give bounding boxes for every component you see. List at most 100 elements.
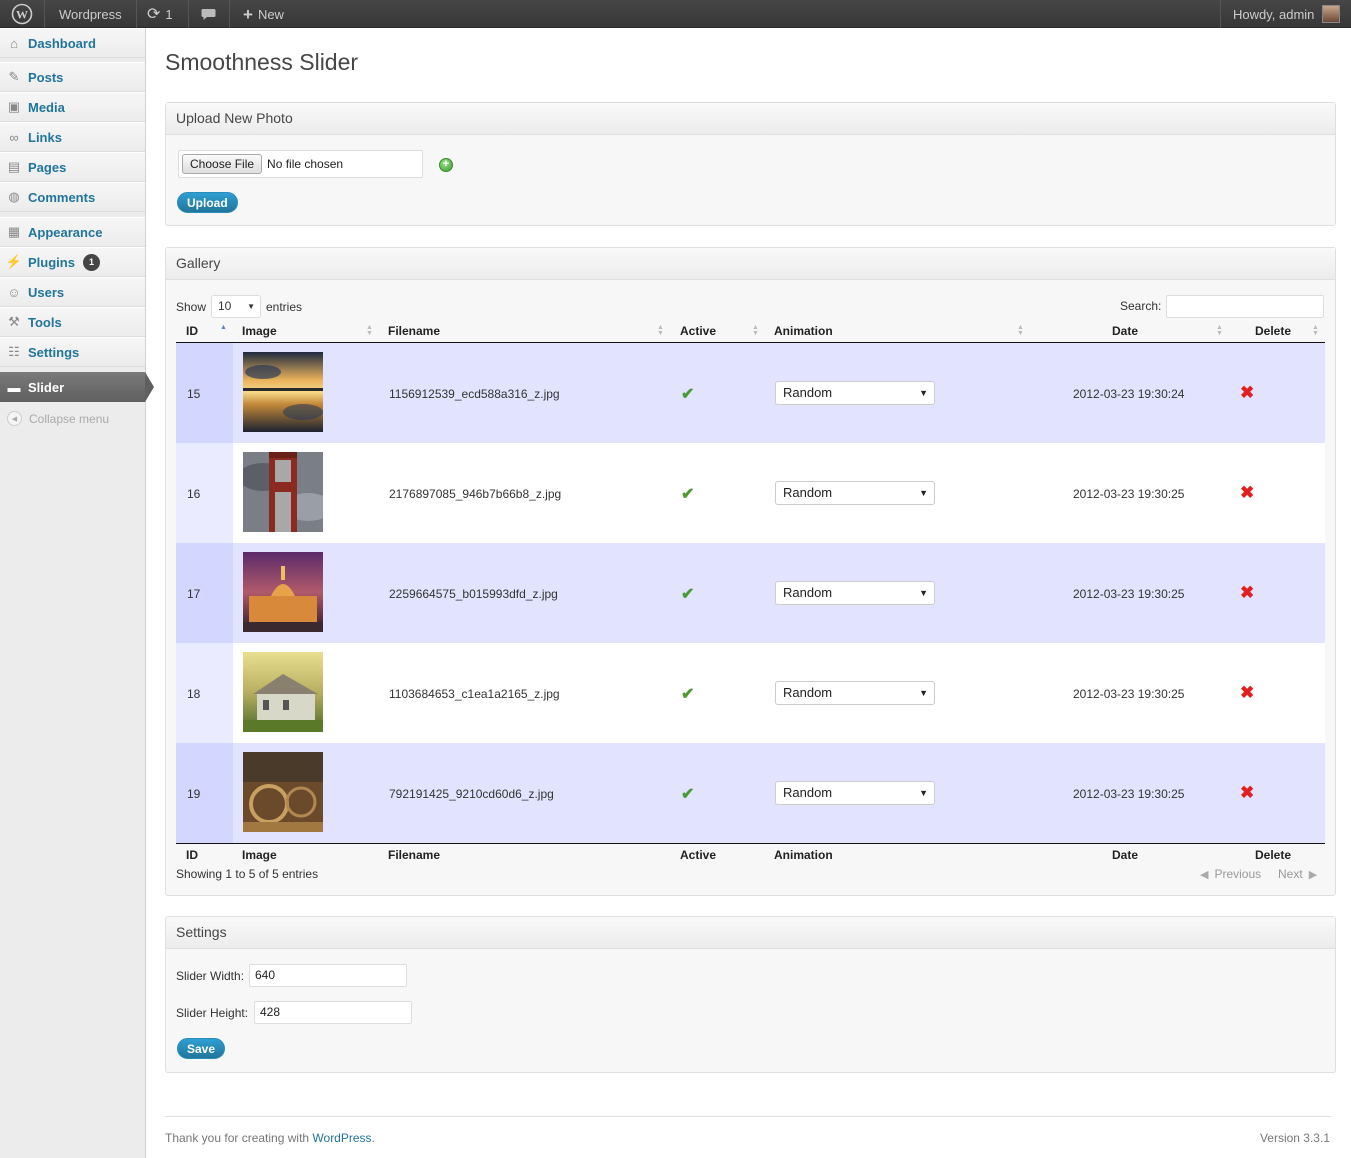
id-cell — [176, 743, 233, 843]
row-id: 16 — [187, 487, 201, 501]
entries-value: 10 — [218, 299, 232, 313]
photo-thumbnail[interactable] — [243, 652, 323, 732]
sidebar-item-slider[interactable]: ▬ Slider — [0, 372, 145, 402]
table-row: 17 2259664575_b015993dfd_z.jpg ✔ Random ▼… — [176, 543, 1325, 643]
sidebar-item-users[interactable]: ☺ Users — [0, 277, 145, 307]
col-header-filename[interactable]: Filename — [388, 324, 440, 338]
arrow-right-icon: ▶ — [1308, 868, 1318, 881]
col-header-animation[interactable]: Animation — [774, 324, 833, 338]
howdy-text: Howdy, admin — [1233, 6, 1315, 22]
sort-both-icon: ▲ ▼ — [1216, 324, 1223, 337]
slider-width-input[interactable]: 640 — [249, 964, 407, 987]
photo-thumbnail[interactable] — [243, 552, 323, 632]
appearance-icon: ▦ — [7, 224, 21, 239]
delete-icon[interactable]: ✖ — [1240, 783, 1254, 803]
updates-count: 1 — [165, 6, 173, 22]
users-icon: ☺ — [7, 284, 21, 300]
avatar — [1322, 5, 1341, 23]
col-header-id[interactable]: ID — [186, 324, 198, 338]
upload-button[interactable]: Upload — [177, 192, 238, 213]
sidebar-item-label: Posts — [28, 69, 64, 85]
collapse-menu-button[interactable]: ◀ Collapse menu — [7, 411, 109, 426]
sidebar-item-label: Settings — [28, 344, 80, 360]
entries-label: entries — [266, 300, 303, 314]
admin-bar: W Wordpress ⟳ 1 + New Howdy, admin — [0, 0, 1351, 28]
delete-icon[interactable]: ✖ — [1240, 483, 1254, 503]
animation-select[interactable]: Random ▼ — [775, 781, 935, 805]
sidebar-item-plugins[interactable]: ⚡ Plugins 1 — [0, 247, 145, 277]
footer-divider — [165, 1116, 1331, 1117]
checkmark-icon[interactable]: ✔ — [681, 684, 694, 704]
save-button-label: Save — [177, 1038, 226, 1059]
file-input[interactable]: Choose File No file chosen — [178, 150, 423, 178]
next-button[interactable]: Next ▶ — [1278, 867, 1317, 881]
sidebar-item-tools[interactable]: ⚒ Tools — [0, 307, 145, 337]
slider-height-input[interactable]: 428 — [254, 1001, 412, 1024]
sidebar-item-label: Tools — [28, 314, 62, 330]
new-label: New — [257, 6, 284, 22]
sort-both-icon: ▲ ▼ — [657, 324, 664, 337]
photo-thumbnail[interactable] — [243, 752, 323, 832]
id-cell — [176, 343, 233, 443]
wordpress-logo-icon[interactable]: W — [11, 0, 33, 28]
plus-icon: + — [243, 4, 253, 24]
entries-select[interactable]: 10 ▼ — [211, 295, 261, 318]
delete-icon[interactable]: ✖ — [1240, 683, 1254, 703]
row-filename: 792191425_9210cd60d6_z.jpg — [389, 787, 554, 801]
choose-file-button[interactable]: Choose File — [182, 154, 263, 174]
sidebar-item-media[interactable]: ▣ Media — [0, 92, 145, 122]
checkmark-icon[interactable]: ✔ — [681, 384, 694, 404]
admin-sidebar: ⌂ Dashboard ✎ Posts ▣ Media ∞ Links ▤ Pages ◍… — [0, 28, 154, 1158]
col-header-delete[interactable]: Delete — [1255, 324, 1291, 338]
sidebar-item-label: Comments — [28, 189, 96, 205]
sidebar-item-dashboard[interactable]: ⌂ Dashboard — [0, 28, 145, 58]
wordpress-link[interactable]: WordPress — [312, 1131, 371, 1145]
sidebar-item-pages[interactable]: ▤ Pages — [0, 152, 145, 182]
tools-icon: ⚒ — [8, 314, 20, 329]
sidebar-item-label: Slider — [28, 379, 65, 395]
sidebar-item-comments[interactable]: ◍ Comments — [0, 182, 145, 212]
animation-select[interactable]: Random ▼ — [775, 481, 935, 505]
footer-version: Version 3.3.1 — [1259, 1131, 1330, 1145]
col-header-image[interactable]: Image — [242, 324, 277, 338]
plug-icon: ⚡ — [5, 254, 23, 269]
save-button[interactable]: Save — [177, 1038, 226, 1059]
col-header-date[interactable]: Date — [1112, 324, 1138, 338]
photo-thumbnail[interactable] — [243, 352, 323, 432]
plugins-update-badge: 1 — [82, 253, 100, 271]
delete-icon[interactable]: ✖ — [1240, 383, 1254, 403]
updates-link[interactable]: ⟳ 1 — [147, 0, 173, 28]
previous-button[interactable]: ◀ Previous — [1200, 867, 1261, 881]
sort-asc-icon: ▲ — [220, 324, 227, 331]
pin-icon: ✎ — [8, 69, 20, 84]
sidebar-item-links[interactable]: ∞ Links — [0, 122, 145, 152]
col-footer-filename: Filename — [388, 848, 441, 862]
checkmark-icon[interactable]: ✔ — [681, 484, 694, 504]
account-menu[interactable]: Howdy, admin — [1233, 0, 1341, 28]
animation-select[interactable]: Random ▼ — [775, 581, 935, 605]
search-input[interactable] — [1166, 295, 1324, 318]
sidebar-item-posts[interactable]: ✎ Posts — [0, 62, 145, 92]
col-footer-id: ID — [186, 848, 198, 862]
animation-value: Random — [783, 685, 833, 700]
comment-bubble-icon[interactable] — [201, 0, 216, 28]
collapse-menu-label: Collapse menu — [29, 411, 110, 426]
add-file-icon[interactable]: + — [439, 158, 453, 172]
sort-both-icon: ▲ ▼ — [1312, 324, 1319, 337]
sidebar-item-settings[interactable]: ☷ Settings — [0, 337, 145, 367]
checkmark-icon[interactable]: ✔ — [681, 784, 694, 804]
checkmark-icon[interactable]: ✔ — [681, 584, 694, 604]
table-row: 19 792191425_9210cd60d6_z.jpg ✔ Random ▼ … — [176, 743, 1325, 843]
chevron-down-icon: ▼ — [919, 588, 928, 598]
col-header-active[interactable]: Active — [680, 324, 716, 338]
delete-icon[interactable]: ✖ — [1240, 583, 1254, 603]
settings-box-header: Settings — [166, 917, 1335, 949]
col-footer-date: Date — [1112, 848, 1139, 862]
new-content-link[interactable]: + New — [243, 0, 284, 28]
animation-select[interactable]: Random ▼ — [775, 381, 935, 405]
animation-select[interactable]: Random ▼ — [775, 681, 935, 705]
sidebar-item-appearance[interactable]: ▦ Appearance — [0, 217, 145, 247]
sidebar-item-label: Media — [28, 99, 65, 115]
site-name-link[interactable]: Wordpress — [59, 0, 122, 28]
photo-thumbnail[interactable] — [243, 452, 323, 532]
